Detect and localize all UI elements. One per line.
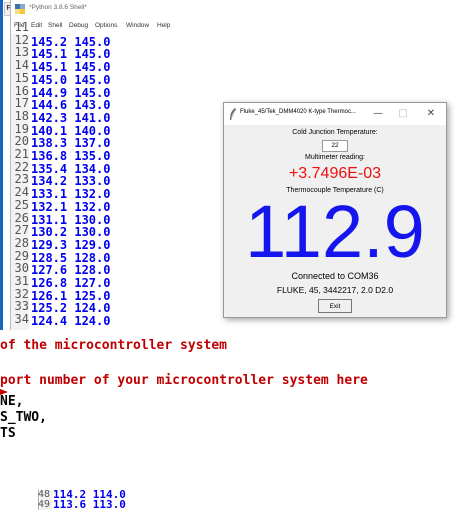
temperature-display: 112.9 [245, 190, 425, 273]
popup-titlebar[interactable]: Fluke_45/Tek_DMM4020 K-type Thermoc... —… [224, 103, 446, 125]
editor-left-strip [0, 0, 3, 330]
thermocouple-window[interactable]: Fluke_45/Tek_DMM4020 K-type Thermoc... —… [223, 102, 447, 318]
cold-junction-input[interactable] [322, 140, 348, 152]
code-line[interactable]: of the microcontroller system [0, 338, 227, 354]
shell-menubar: File Edit Shell Debug Options Window Hel… [11, 22, 291, 34]
output-line: 124.4 124.0 [31, 314, 111, 329]
menu-edit[interactable]: Edit [31, 22, 42, 29]
exit-button[interactable]: Exit [318, 299, 352, 313]
connection-status: Connected to COM36 [291, 271, 379, 281]
menu-shell[interactable]: Shell [48, 22, 62, 29]
code-line[interactable]: TS [0, 426, 16, 442]
tk-feather-icon [230, 108, 237, 120]
popup-title: Fluke_45/Tek_DMM4020 K-type Thermoc... [240, 109, 356, 115]
menu-debug[interactable]: Debug [69, 22, 88, 29]
maximize-button[interactable]: □ [392, 106, 414, 122]
shell-title: *Python 3.8.6 Shell* [29, 4, 87, 11]
menu-help[interactable]: Help [157, 22, 170, 29]
caret-marker-icon [0, 389, 8, 395]
menu-options[interactable]: Options [95, 22, 117, 29]
line-number: 49 [38, 499, 51, 510]
code-line[interactable]: NE, [0, 394, 23, 410]
code-line[interactable]: port number of your microcontroller syst… [0, 373, 368, 389]
line-number: 34 [14, 312, 29, 327]
multimeter-label: Multimeter reading: [305, 154, 365, 161]
python-logo-icon [15, 4, 25, 14]
instrument-identity: FLUKE, 45, 3442217, 2.0 D2.0 [276, 285, 394, 295]
minimize-button[interactable]: — [367, 106, 389, 122]
close-button[interactable]: ✕ [420, 106, 442, 122]
cold-junction-label: Cold Junction Temperature: [292, 129, 378, 136]
menu-window[interactable]: Window [126, 22, 149, 29]
multimeter-reading: +3.7496E-03 [288, 165, 382, 182]
output-line: 113.6 113.0 [53, 498, 126, 511]
shell-titlebar[interactable]: *Python 3.8.6 Shell* [11, 0, 291, 22]
code-line[interactable]: S_TWO, [0, 410, 47, 426]
